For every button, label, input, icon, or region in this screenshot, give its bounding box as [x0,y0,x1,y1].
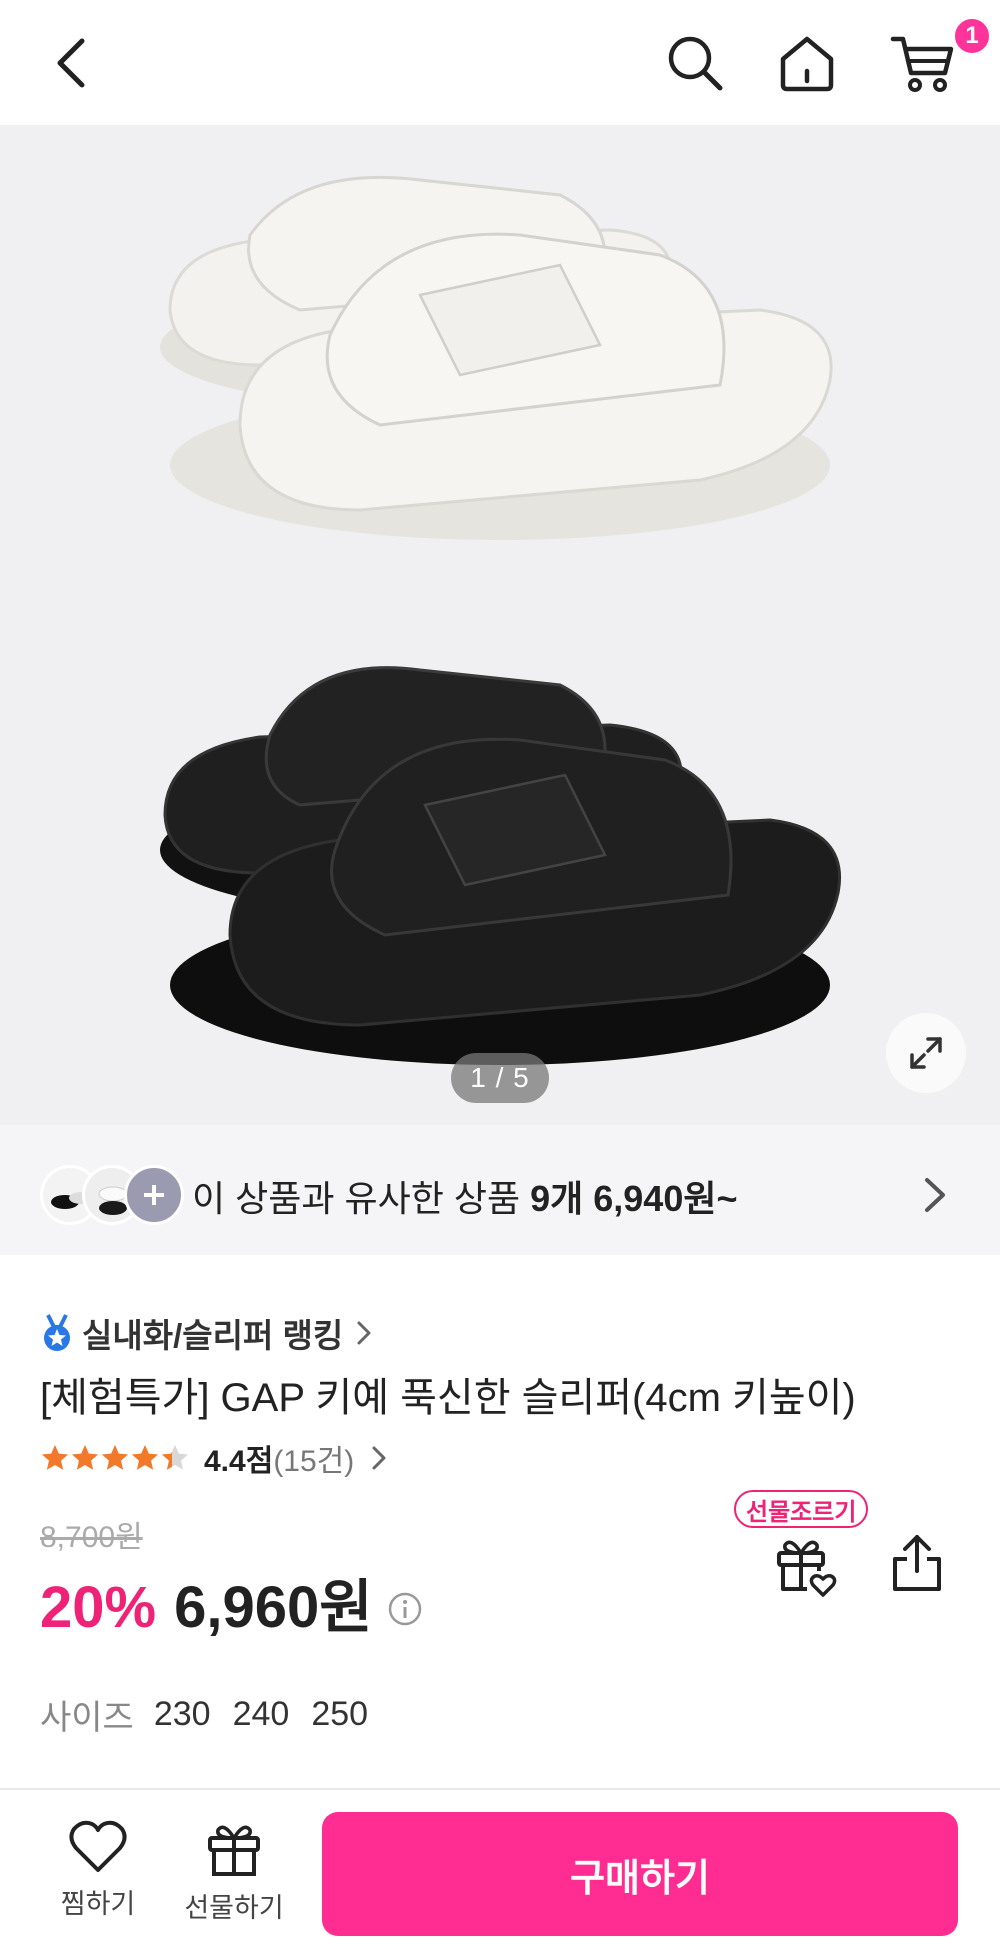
chevron-right-icon [372,1446,386,1470]
price-row: 20% 6,960원 [40,1560,423,1644]
gift-request-button[interactable] [770,1530,840,1600]
wishlist-button[interactable]: 찜하기 [48,1818,148,1928]
product-title: [체험특가] GAP 키예 푹신한 슬리퍼(4cm 키높이) [40,1376,856,1420]
back-icon [57,38,85,88]
size-label: 사이즈 [40,1699,134,1737]
similar-thumbnails [40,1165,190,1225]
back-button[interactable] [40,28,100,98]
size-option: 240 [232,1695,290,1733]
cart-count-badge: 1 [952,16,992,56]
rating-count: (15건) [273,1445,355,1478]
star-icon [72,1445,98,1470]
sale-price: 6,960원 [174,1575,373,1640]
similar-products-banner[interactable]: 이 상품과 유사한 상품 9개 6,940원~ [0,1125,1000,1255]
similar-prefix: 이 상품과 유사한 상품 [192,1178,531,1219]
cart-button[interactable] [882,22,962,102]
size-option: 230 [153,1695,211,1733]
search-button[interactable] [660,28,730,98]
similar-count: 9개 [530,1178,584,1219]
wishlist-label: 찜하기 [60,1889,136,1919]
heart-icon [69,1820,127,1872]
gift-request-tag[interactable]: 선물조르기 [734,1490,869,1528]
cart-icon [890,36,954,92]
similar-products-text: 이 상품과 유사한 상품 9개 6,940원~ [192,1170,738,1222]
gift-icon [208,1825,260,1876]
white-slide-pair [160,175,833,540]
medal-icon [44,1314,70,1351]
expand-icon [910,1037,942,1069]
expand-image-button[interactable] [886,1013,966,1093]
home-button[interactable] [772,28,842,98]
size-options: 사이즈 230 240 250 [40,1690,390,1739]
share-button[interactable] [882,1528,952,1598]
black-slide-pair [160,666,841,1065]
top-bar: 1 [0,0,1000,125]
rating-score: 4.4점 [204,1445,274,1478]
share-icon [893,1535,941,1591]
rating-stars [40,1443,190,1473]
search-icon [668,36,723,91]
gift-heart-icon [777,1540,837,1597]
home-icon [780,36,834,92]
bottom-action-bar: 찜하기 선물하기 구매하기 [0,1788,1000,1954]
ranking-label: 실내화/슬리퍼 랭킹 [82,1317,344,1354]
chevron-right-icon [357,1321,371,1345]
product-image-gallery[interactable]: 1 / 5 [0,125,1000,1125]
gift-button[interactable]: 선물하기 [178,1818,290,1928]
star-icon [162,1445,188,1470]
gift-label: 선물하기 [184,1893,284,1923]
size-option: 250 [311,1695,369,1733]
original-price: 8,700원 [40,1521,143,1554]
ranking-link[interactable]: 실내화/슬리퍼 랭킹 [40,1308,379,1358]
chevron-right-icon [925,1178,945,1212]
buy-button[interactable]: 구매하기 [322,1812,958,1936]
rating-link[interactable]: 4.4점 (15건) [40,1436,394,1480]
product-image [160,175,841,1065]
star-icon [42,1445,68,1470]
star-icon [102,1445,128,1470]
discount-rate: 20% [40,1575,157,1640]
more-similar-icon [124,1165,184,1225]
star-icon [132,1445,158,1470]
similar-price: 6,940원~ [593,1178,738,1219]
image-pager: 1 / 5 [451,1053,549,1103]
info-icon[interactable] [387,1591,423,1627]
